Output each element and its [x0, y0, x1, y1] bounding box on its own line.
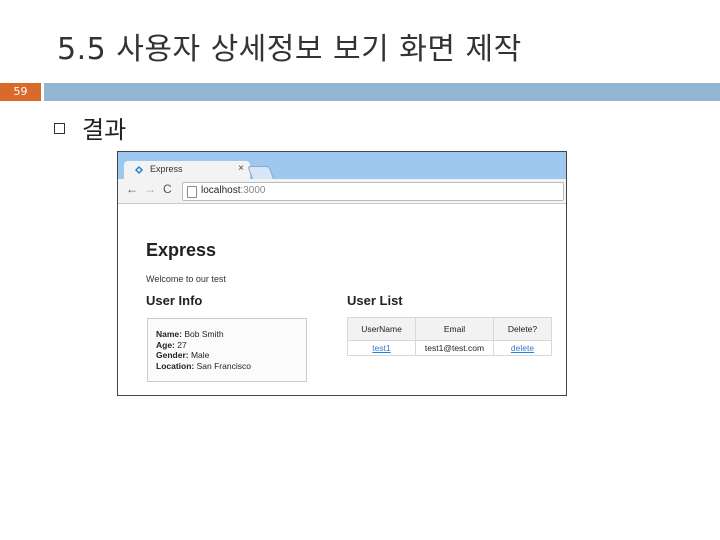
address-host: localhost [201, 185, 241, 196]
bullet-text: 결과 [82, 116, 127, 144]
column-header: Email [415, 317, 494, 341]
address-bar[interactable]: localhost:3000 [182, 182, 564, 201]
tab-title: Express [150, 164, 183, 174]
info-label: Location: [156, 360, 195, 371]
delete-cell: delete [493, 340, 552, 356]
browser-tab[interactable]: Express × [124, 161, 250, 179]
address-text: localhost:3000 [201, 185, 266, 196]
tab-strip: Express × [118, 152, 566, 181]
browser-toolbar: ← → C localhost:3000 [118, 179, 566, 204]
username-cell: test1 [347, 340, 416, 356]
page-icon [187, 186, 197, 198]
user-info-heading: User Info [146, 293, 203, 308]
user-info-box: Name: Bob Smith Age: 27 Gender: Male Loc… [147, 318, 307, 382]
header-bar [44, 83, 720, 101]
page-title: Express [146, 240, 217, 260]
info-label: Age: [156, 339, 175, 350]
info-value: San Francisco [196, 360, 251, 371]
address-port: :3000 [240, 185, 266, 196]
column-header: Delete? [493, 317, 552, 341]
email-cell: test1@test.com [415, 340, 494, 356]
info-row-gender: Gender: Male [156, 350, 251, 361]
back-arrow-icon[interactable]: ← [126, 182, 138, 196]
user-table: UserName Email Delete? test1 test1@test.… [347, 317, 552, 356]
slide-title: 5.5 사용자 상세정보 보기 화면 제작 [57, 32, 522, 67]
info-value: 27 [177, 339, 187, 350]
close-tab-icon[interactable]: × [238, 163, 244, 174]
browser-screenshot: Express × ← → C localhost:3000 Express W… [117, 151, 567, 396]
forward-arrow-icon[interactable]: → [144, 182, 156, 196]
column-header: UserName [347, 317, 416, 341]
info-value: Male [190, 350, 210, 360]
bullet-square-icon [54, 123, 65, 134]
reload-icon[interactable]: C [163, 182, 172, 196]
page-subtitle: Welcome to our test [146, 274, 226, 284]
delete-link[interactable]: delete [511, 343, 534, 353]
info-value: Bob Smith [184, 329, 224, 339]
table-row: test1 test1@test.com delete [347, 340, 552, 356]
slide-number: 59 [0, 83, 41, 101]
info-row-age: Age: 27 [156, 340, 251, 351]
info-label: Name: [156, 329, 182, 339]
table-header-row: UserName Email Delete? [347, 317, 552, 341]
user-list-heading: User List [347, 293, 403, 308]
express-tab-icon [134, 165, 144, 175]
info-row-location: Location: San Francisco [156, 361, 251, 372]
info-row-name: Name: Bob Smith [156, 329, 251, 340]
page-content: Express Welcome to our test User Info Us… [118, 204, 566, 395]
info-label: Gender: [156, 350, 189, 360]
username-link[interactable]: test1 [372, 343, 390, 353]
